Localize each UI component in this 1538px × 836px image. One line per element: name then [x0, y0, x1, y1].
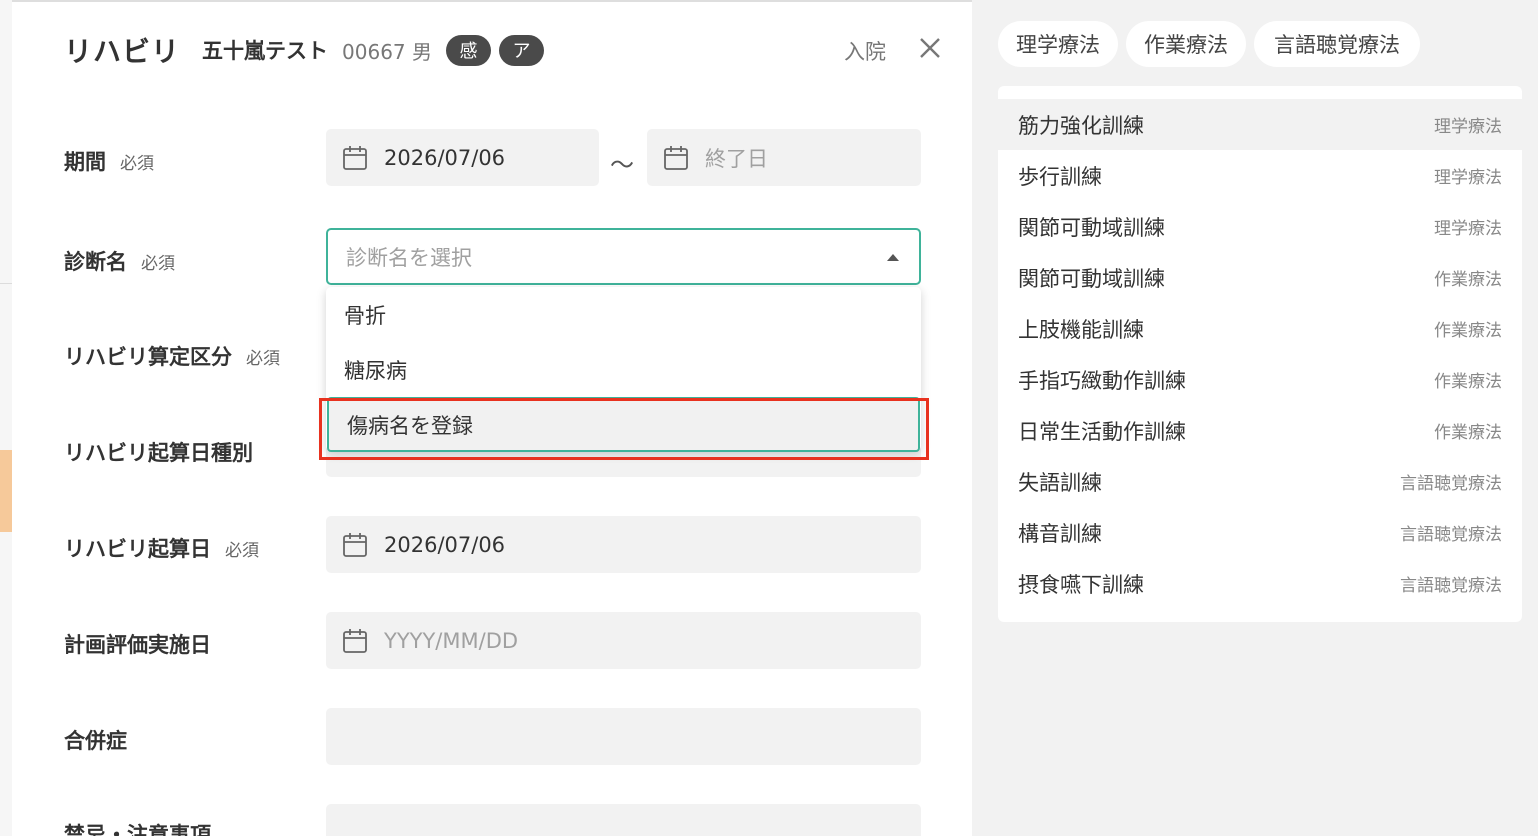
list-item[interactable]: 失語訓練 言語聴覚療法	[998, 456, 1522, 507]
list-item[interactable]: 構音訓練 言語聴覚療法	[998, 507, 1522, 558]
required-tag: 必須	[225, 541, 259, 561]
eval-date-field[interactable]: YYYY/MM/DD	[326, 612, 921, 669]
calendar-icon	[343, 628, 367, 653]
eval-date-placeholder: YYYY/MM/DD	[384, 628, 519, 653]
start-type-label: リハビリ起算日種別	[64, 441, 253, 465]
infection-badge: 感	[446, 34, 491, 66]
allergy-badge: ア	[499, 34, 544, 66]
patient-name: 五十嵐テスト	[202, 39, 329, 63]
background-accent-bar	[0, 450, 12, 532]
modal-title: リハビリ	[64, 35, 181, 68]
training-list: 筋力強化訓練 理学療法 歩行訓練 理学療法 関節可動域訓練 理学療法 関節可動域…	[998, 86, 1522, 622]
required-tag: 必須	[141, 254, 175, 274]
close-button[interactable]	[917, 35, 943, 61]
complication-field[interactable]	[326, 708, 921, 765]
diagnosis-placeholder: 診断名を選択	[346, 245, 472, 270]
diagnosis-option[interactable]: 骨折	[326, 287, 921, 342]
period-start-field[interactable]: 2026/07/06	[326, 129, 599, 186]
caution-label: 禁忌・注意事項	[64, 823, 211, 836]
close-icon	[920, 38, 940, 58]
diagnosis-option[interactable]: 糖尿病	[326, 342, 921, 397]
register-diagnosis-option[interactable]: 傷病名を登録	[327, 397, 920, 452]
start-date-label: リハビリ起算日 必須	[64, 537, 259, 561]
period-separator: ～	[610, 151, 634, 179]
start-date-field[interactable]: 2026/07/06	[326, 516, 921, 573]
list-item[interactable]: 関節可動域訓練 作業療法	[998, 252, 1522, 303]
diagnosis-select[interactable]: 診断名を選択	[326, 228, 921, 285]
category-label: リハビリ算定区分 必須	[64, 345, 280, 369]
list-item[interactable]: 関節可動域訓練 理学療法	[998, 201, 1522, 252]
caret-up-icon	[887, 254, 899, 261]
diagnosis-label: 診断名 必須	[64, 250, 175, 274]
eval-date-label: 計画評価実施日	[64, 633, 211, 657]
required-tag: 必須	[120, 154, 154, 174]
calendar-icon	[664, 145, 688, 170]
rehab-modal: リハビリ 五十嵐テスト 00667 男 感 ア 入院 期間 必須 2026/07/…	[12, 0, 972, 836]
complication-label: 合併症	[64, 729, 127, 753]
tab-occupational-therapy[interactable]: 作業療法	[1126, 21, 1246, 67]
list-item[interactable]: 歩行訓練 理学療法	[998, 150, 1522, 201]
diagnosis-dropdown: 骨折 糖尿病 傷病名を登録	[326, 287, 921, 452]
period-start-value: 2026/07/06	[384, 145, 506, 170]
period-end-field[interactable]: 終了日	[647, 129, 921, 186]
list-item[interactable]: 上肢機能訓練 作業療法	[998, 303, 1522, 354]
calendar-icon	[343, 532, 367, 557]
tab-physical-therapy[interactable]: 理学療法	[998, 21, 1118, 67]
tab-speech-therapy[interactable]: 言語聴覚療法	[1254, 21, 1420, 67]
caution-field[interactable]	[326, 804, 921, 836]
patient-id-sex: 00667 男	[342, 39, 432, 64]
list-item[interactable]: 手指巧緻動作訓練 作業療法	[998, 354, 1522, 405]
list-item[interactable]: 筋力強化訓練 理学療法	[998, 99, 1522, 150]
period-end-placeholder: 終了日	[705, 146, 768, 171]
list-item[interactable]: 摂食嚥下訓練 言語聴覚療法	[998, 558, 1522, 609]
required-tag: 必須	[246, 349, 280, 369]
period-label: 期間 必須	[64, 150, 154, 174]
modal-header: リハビリ 五十嵐テスト 00667 男 感 ア	[64, 30, 544, 70]
start-date-value: 2026/07/06	[384, 532, 506, 557]
list-item[interactable]: 日常生活動作訓練 作業療法	[998, 405, 1522, 456]
calendar-icon	[343, 145, 367, 170]
admission-status: 入院	[844, 40, 886, 64]
